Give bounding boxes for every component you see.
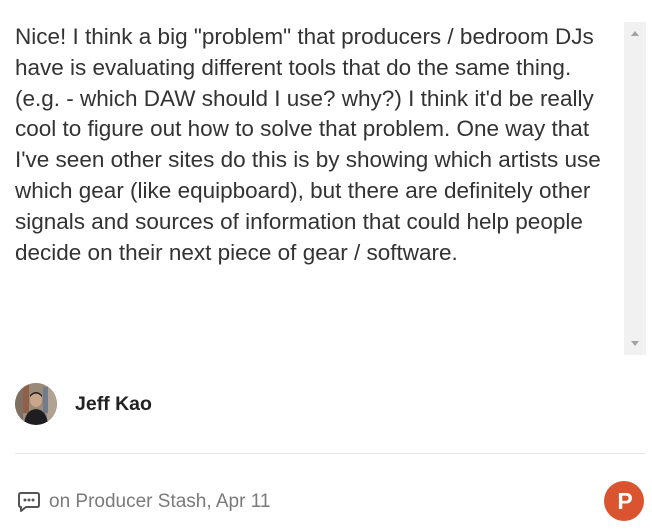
avatar[interactable] bbox=[15, 383, 57, 425]
comment-text: Nice! I think a big "problem" that produ… bbox=[15, 24, 601, 265]
comment-author[interactable]: Jeff Kao bbox=[15, 383, 152, 425]
product-hunt-logo[interactable]: P bbox=[604, 481, 644, 521]
comment-footer[interactable]: on Producer Stash, Apr 11 bbox=[17, 488, 270, 516]
triangle-down-icon bbox=[631, 341, 639, 346]
author-name[interactable]: Jeff Kao bbox=[75, 393, 152, 416]
divider bbox=[15, 453, 645, 454]
comment-card: Nice! I think a big "problem" that produ… bbox=[0, 0, 652, 532]
comment-body[interactable]: Nice! I think a big "problem" that produ… bbox=[0, 22, 646, 355]
logo-letter: P bbox=[617, 487, 633, 514]
scroll-up-button[interactable] bbox=[624, 25, 646, 42]
comment-scrollbar[interactable] bbox=[624, 22, 646, 355]
comment-source-link[interactable]: on Producer Stash, Apr 11 bbox=[49, 491, 270, 513]
speech-bubble-icon bbox=[18, 492, 40, 512]
scroll-down-button[interactable] bbox=[624, 335, 646, 352]
triangle-up-icon bbox=[631, 31, 639, 36]
